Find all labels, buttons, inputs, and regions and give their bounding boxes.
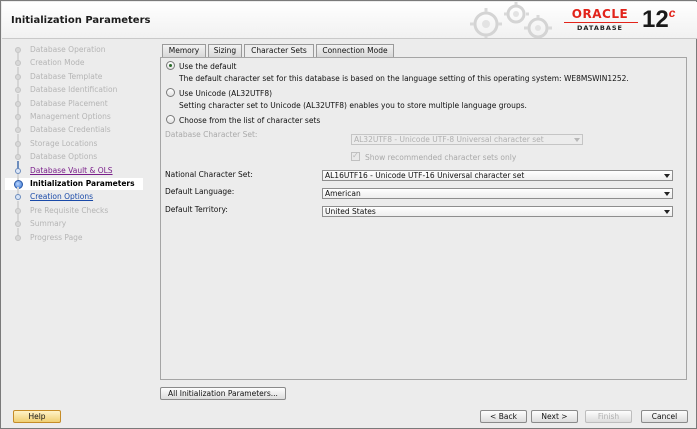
step-item: Pre Requisite Checks	[5, 200, 143, 217]
step-label: Database Options	[30, 152, 98, 162]
step-item[interactable]: Creation Options	[5, 187, 143, 203]
step-item: Creation Mode	[5, 53, 143, 69]
show-recommended-checkbox[interactable]	[351, 151, 360, 161]
next-button[interactable]: Next >	[531, 410, 578, 423]
all-init-params-button[interactable]: All Initialization Parameters...	[160, 387, 286, 400]
step-item: Storage Locations	[5, 133, 143, 150]
chevron-down-icon	[664, 174, 670, 178]
step-status-icon	[15, 100, 21, 107]
db-charset-select[interactable]: AL32UTF8 - Unicode UTF-8 Universal chara…	[351, 134, 583, 145]
page-title: Initialization Parameters	[11, 15, 151, 26]
installer-window: Initialization Parameters ORACLE DATABAS…	[0, 0, 697, 429]
cancel-button[interactable]: Cancel	[641, 410, 688, 423]
step-item[interactable]: Database Vault & OLS	[5, 160, 143, 177]
chevron-down-icon	[664, 210, 670, 214]
default-language-select[interactable]: American	[322, 188, 673, 199]
step-status-icon	[15, 60, 21, 67]
help-button[interactable]: Help	[13, 410, 61, 423]
tab-sizing[interactable]: Sizing	[208, 44, 242, 57]
tab-memory[interactable]: Memory	[162, 44, 206, 57]
character-sets-panel: Use the default The default character se…	[160, 57, 687, 380]
step-status-icon	[15, 234, 21, 241]
use-default-label[interactable]: Use the default	[179, 62, 236, 71]
default-territory-value: United States	[325, 207, 376, 216]
step-label: Management Options	[30, 112, 111, 121]
use-unicode-label[interactable]: Use Unicode (AL32UTF8)	[179, 89, 272, 98]
step-status-icon	[15, 114, 21, 120]
step-label: Database Identification	[30, 85, 118, 95]
step-status-icon	[15, 87, 21, 94]
default-territory-label: Default Territory:	[165, 205, 228, 214]
step-label: Database Template	[30, 71, 103, 81]
step-item: Summary	[5, 214, 143, 230]
step-status-icon	[15, 140, 21, 147]
show-recommended-label[interactable]: Show recommended character sets only	[365, 153, 516, 162]
back-button[interactable]: < Back	[480, 410, 527, 423]
default-language-value: American	[325, 189, 361, 198]
step-label: Progress Page	[30, 232, 83, 242]
step-status-icon	[15, 47, 21, 53]
step-status-icon	[15, 207, 21, 214]
step-status-icon	[15, 167, 21, 174]
step-label: Storage Locations	[30, 138, 98, 148]
step-label: Summary	[30, 219, 67, 229]
logo-divider	[564, 22, 638, 23]
oracle-logo: ORACLE DATABASE	[562, 8, 640, 34]
step-item: Database Template	[5, 66, 143, 83]
step-status-icon	[15, 194, 21, 201]
chevron-down-icon	[574, 138, 580, 142]
database-wordmark: DATABASE	[577, 24, 623, 32]
chevron-down-icon	[664, 192, 670, 196]
step-label: Database Credentials	[30, 125, 111, 135]
national-charset-value: AL16UTF16 - Unicode UTF-16 Universal cha…	[325, 171, 525, 180]
tab-connection-mode[interactable]: Connection Mode	[316, 44, 394, 57]
step-label: Database Operation	[30, 45, 106, 54]
use-default-description: The default character set for this datab…	[179, 74, 629, 83]
step-item: Database Operation	[5, 44, 143, 56]
use-unicode-description: Setting character set to Unicode (AL32UT…	[179, 101, 527, 110]
step-label[interactable]: Database Vault & OLS	[30, 165, 113, 177]
db-charset-label: Database Character Set:	[165, 130, 258, 139]
step-item: Progress Page	[5, 227, 143, 244]
choose-list-radio[interactable]	[166, 115, 175, 124]
default-territory-select[interactable]: United States	[322, 206, 673, 217]
step-item: Initialization Parameters	[5, 174, 143, 190]
choose-list-label[interactable]: Choose from the list of character sets	[179, 116, 320, 125]
finish-button[interactable]: Finish	[585, 410, 632, 423]
tab-character-sets[interactable]: Character Sets	[244, 44, 314, 58]
use-unicode-radio[interactable]	[166, 88, 175, 97]
db-charset-value: AL32UTF8 - Unicode UTF-8 Universal chara…	[354, 135, 544, 144]
step-label[interactable]: Creation Options	[30, 191, 93, 203]
version-suffix: c	[668, 6, 676, 20]
step-status-icon	[15, 221, 21, 228]
step-item: Database Identification	[5, 80, 143, 96]
default-language-label: Default Language:	[165, 187, 235, 196]
oracle-wordmark: ORACLE	[571, 7, 629, 21]
step-status-icon	[15, 154, 21, 161]
step-item: Database Options	[5, 147, 143, 163]
gears-icon	[470, 2, 552, 38]
step-label: Initialization Parameters	[30, 179, 135, 188]
step-navigator: Database Operation Creation Mode Database …	[5, 42, 143, 399]
version-number: 12	[642, 6, 669, 33]
step-label: Database Placement	[30, 98, 108, 108]
step-label: Pre Requisite Checks	[30, 205, 109, 215]
step-item: Management Options	[5, 107, 143, 123]
national-charset-select[interactable]: AL16UTF16 - Unicode UTF-16 Universal cha…	[322, 170, 673, 181]
step-status-icon	[15, 73, 21, 80]
header-banner: Initialization Parameters ORACLE DATABAS…	[2, 2, 697, 39]
step-status-icon	[15, 127, 21, 134]
step-item: Database Placement	[5, 93, 143, 110]
step-item: Database Credentials	[5, 120, 143, 136]
national-charset-label: National Character Set:	[165, 170, 253, 179]
version-badge: 12c	[642, 6, 675, 34]
step-label: Creation Mode	[30, 58, 85, 68]
use-default-radio[interactable]	[166, 61, 175, 70]
